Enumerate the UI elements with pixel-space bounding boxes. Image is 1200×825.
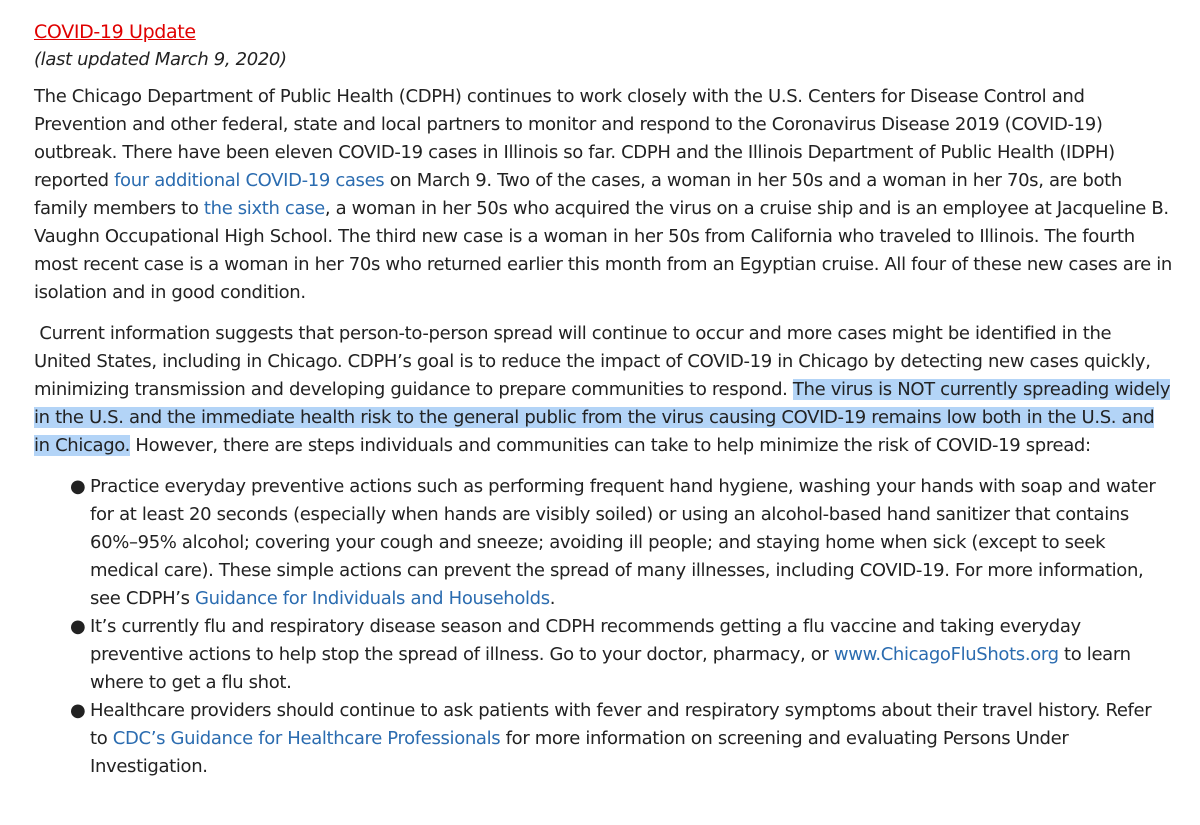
list-item: ● Healthcare providers should continue to… (70, 697, 1172, 781)
list-item: ● Practice everyday preventive actions su… (70, 473, 1172, 613)
bullet-dot-icon: ● (70, 476, 86, 497)
intro-paragraph: The Chicago Department of Public Health … (34, 83, 1172, 307)
last-updated-note: (last updated March 9, 2020) (34, 49, 287, 70)
page-title-link[interactable]: COVID-19 Update (34, 18, 196, 46)
risk-text-2: However, there are steps individuals and… (130, 435, 1091, 456)
risk-paragraph: Current information suggests that person… (34, 320, 1172, 460)
prevention-steps-list: ● Practice everyday preventive actions su… (34, 473, 1172, 781)
four-additional-cases-link[interactable]: four additional COVID-19 cases (114, 170, 385, 191)
sixth-case-link[interactable]: the sixth case (204, 198, 325, 219)
list-item: ● It’s currently flu and respiratory dise… (70, 613, 1172, 697)
covid-update-page: COVID-19 Update (last updated March 9, 2… (0, 0, 1200, 825)
bullet-text-1-end: . (549, 588, 556, 609)
chicago-flu-shots-link[interactable]: www.ChicagoFluShots.org (834, 644, 1059, 665)
cdc-guidance-healthcare-link[interactable]: CDC’s Guidance for Healthcare Profession… (113, 728, 501, 749)
bullet-dot-icon: ● (70, 616, 86, 637)
guidance-individuals-households-link[interactable]: Guidance for Individuals and Households (195, 588, 550, 609)
bullet-dot-icon: ● (70, 700, 86, 721)
